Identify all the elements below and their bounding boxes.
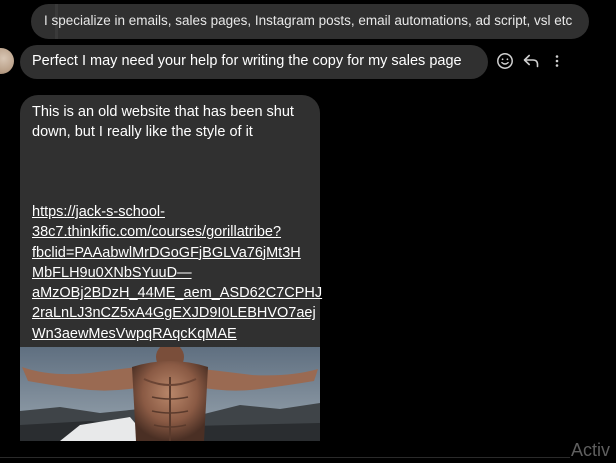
replied-message-quote[interactable]: I specialize in emails, sales pages, Ins… — [31, 4, 589, 39]
reply-icon[interactable] — [521, 51, 541, 71]
link-line: aMzOBj2BDzH_44ME_aem_ASD62C7CPHJ — [32, 285, 323, 302]
link-line: Wn3aewMesVwpqRAqcKqMAE — [32, 325, 237, 342]
link-preview-image[interactable] — [20, 347, 320, 441]
message-actions — [495, 51, 567, 71]
avatar[interactable] — [0, 48, 14, 74]
replied-message-text: I specialize in emails, sales pages, Ins… — [44, 13, 573, 28]
message-text: This is an old website that has been shu… — [32, 104, 294, 140]
link-line: https://jack-s-school- — [32, 204, 165, 220]
message-link[interactable]: https://jack-s-school- 38c7.thinkific.co… — [32, 202, 323, 344]
message-text: Perfect I may need your help for writing… — [32, 53, 462, 69]
link-line: MbFLH9u0XNbSYuuD— — [32, 264, 192, 281]
link-line: 38c7.thinkific.com/courses/gorillatribe? — [32, 224, 282, 241]
link-line: 2raLnLJ3nCZ5xA4GgEXJD9I0LEBHVO7aej — [32, 305, 316, 322]
windows-activation-watermark: Activ — [571, 440, 611, 460]
message-bubble[interactable]: Perfect I may need your help for writing… — [20, 45, 488, 79]
smiley-icon[interactable] — [495, 51, 515, 71]
message-bubble-with-link[interactable]: This is an old website that has been shu… — [20, 95, 323, 347]
link-line: fbclid=PAAabwlMrDGoGFjBGLVa76jMt3H — [32, 244, 301, 261]
more-options-icon[interactable] — [547, 51, 567, 71]
divider — [0, 457, 570, 458]
